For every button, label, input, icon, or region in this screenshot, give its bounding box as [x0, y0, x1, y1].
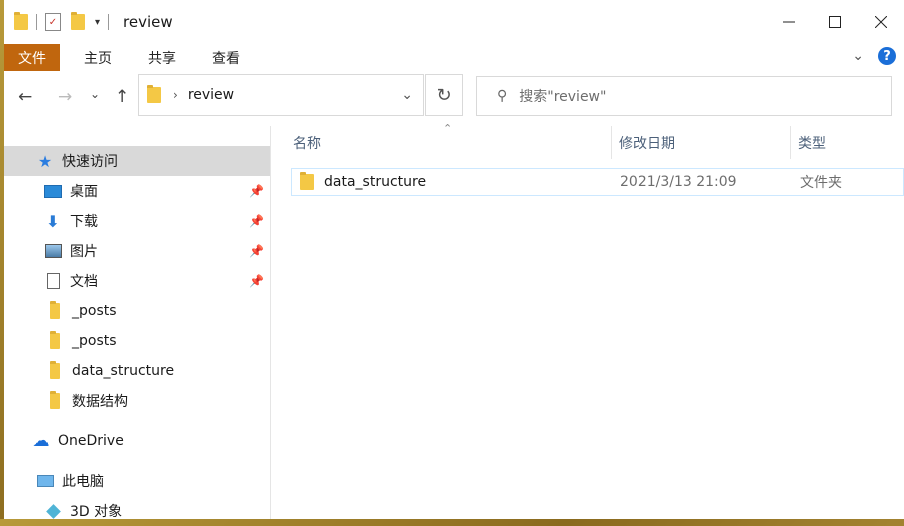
nav-this-pc[interactable]: 此电脑 [4, 466, 270, 496]
file-row[interactable]: data_structure 2021/3/13 21:09 文件夹 [291, 168, 904, 196]
nav-item-data-structure[interactable]: data_structure [4, 356, 270, 386]
breadcrumb-review[interactable]: review [188, 87, 234, 103]
nav-onedrive[interactable]: ☁ OneDrive [4, 426, 270, 456]
refresh-icon: ↻ [436, 84, 452, 106]
pin-icon[interactable]: 📌 [249, 184, 264, 198]
breadcrumb-chevron-icon[interactable]: › [173, 88, 178, 102]
forward-arrow-icon[interactable]: → [58, 87, 72, 107]
column-separator[interactable] [790, 126, 791, 159]
column-header-type[interactable]: 类型 [798, 126, 898, 159]
nav-item-label: _posts [72, 303, 117, 319]
up-arrow-icon[interactable]: ↑ [115, 87, 129, 107]
nav-item-pictures[interactable]: 图片 📌 [4, 236, 270, 266]
nav-quick-access[interactable]: ★ 快速访问 [4, 146, 270, 176]
column-separator[interactable] [611, 126, 612, 159]
window-title: review [123, 13, 173, 31]
download-icon: ⬇ [46, 211, 60, 231]
title-bar: ✓ ▾ review [4, 0, 904, 44]
file-modified: 2021/3/13 21:09 [620, 174, 737, 190]
maximize-icon [829, 16, 841, 28]
new-folder-icon[interactable] [71, 12, 85, 30]
tab-file[interactable]: 文件 [4, 44, 60, 71]
nav-item-posts-1[interactable]: _posts [4, 296, 270, 326]
nav-item-posts-2[interactable]: _posts [4, 326, 270, 356]
close-icon [875, 16, 887, 28]
column-type-label: 类型 [798, 135, 826, 152]
file-explorer-window: ✓ ▾ review 文件 主页 共享 查看 ⌄ ? ← → ⌄ ↑ › rev… [4, 0, 904, 520]
file-type: 文件夹 [800, 175, 842, 191]
column-header-name[interactable]: 名称 [293, 126, 609, 159]
minimize-icon [783, 21, 795, 23]
computer-icon [36, 472, 54, 490]
nav-item-downloads[interactable]: ⬇ 下载 📌 [4, 206, 270, 236]
back-arrow-icon[interactable]: ← [18, 87, 32, 107]
nav-item-label: data_structure [72, 363, 175, 379]
navigation-pane: ★ 快速访问 桌面 📌 ⬇ 下载 📌 图片 📌 文档 📌 _posts _pos… [4, 126, 271, 520]
file-name-cell: data_structure [300, 169, 426, 195]
search-box[interactable]: ⚲ 搜索"review" [476, 76, 892, 116]
documents-icon [44, 272, 62, 290]
nav-3d-objects-label: 3D 对象 [70, 504, 123, 520]
nav-item-label: 下载 [70, 214, 98, 230]
folder-icon [300, 172, 314, 190]
quick-access-toolbar: ✓ ▾ [14, 12, 117, 31]
refresh-button[interactable]: ↻ [425, 74, 463, 116]
recent-locations-chevron-icon[interactable]: ⌄ [90, 87, 100, 101]
address-dropdown-chevron-icon[interactable]: ⌄ [401, 87, 413, 103]
minimize-button[interactable] [766, 0, 812, 44]
folder-icon [46, 391, 64, 410]
customize-toolbar-icon[interactable]: ▾ [95, 17, 100, 28]
nav-item-label: 桌面 [70, 184, 98, 200]
folder-icon [46, 361, 64, 380]
tab-view[interactable]: 查看 [198, 44, 254, 71]
nav-onedrive-label: OneDrive [58, 433, 124, 449]
nav-item-desktop[interactable]: 桌面 📌 [4, 176, 270, 206]
nav-item-shujujiegou[interactable]: 数据结构 [4, 386, 270, 416]
pin-icon[interactable]: 📌 [249, 214, 264, 228]
tab-share[interactable]: 共享 [134, 44, 190, 71]
column-name-label: 名称 [293, 135, 321, 152]
folder-icon [46, 331, 64, 350]
nav-item-label: 图片 [70, 244, 98, 260]
maximize-button[interactable] [812, 0, 858, 44]
folder-icon [147, 85, 161, 103]
search-icon: ⚲ [497, 88, 508, 104]
help-icon[interactable]: ? [878, 47, 896, 65]
cube-icon [44, 502, 62, 520]
ribbon-tabs: 文件 主页 共享 查看 ⌄ ? [4, 44, 904, 71]
pin-icon[interactable]: 📌 [249, 244, 264, 258]
folder-icon [46, 301, 64, 320]
toolbar-separator [108, 14, 110, 30]
nav-quick-access-label: 快速访问 [62, 154, 118, 170]
toolbar-separator [36, 14, 37, 30]
close-button[interactable] [858, 0, 904, 44]
file-name: data_structure [324, 174, 427, 190]
search-placeholder: 搜索"review" [519, 89, 607, 105]
address-bar[interactable]: › review ⌄ [138, 74, 424, 116]
nav-3d-objects[interactable]: 3D 对象 [4, 496, 270, 526]
tab-home[interactable]: 主页 [70, 44, 126, 71]
nav-item-label: _posts [72, 333, 117, 349]
desktop-icon [44, 182, 62, 200]
nav-item-documents[interactable]: 文档 📌 [4, 266, 270, 296]
expand-ribbon-chevron-icon[interactable]: ⌄ [852, 48, 864, 64]
nav-this-pc-label: 此电脑 [62, 474, 104, 490]
column-modified-label: 修改日期 [619, 135, 675, 152]
column-header-modified[interactable]: 修改日期 [619, 126, 789, 159]
pin-icon[interactable]: 📌 [249, 274, 264, 288]
pictures-icon [44, 242, 62, 260]
nav-item-label: 数据结构 [72, 394, 128, 410]
properties-icon[interactable]: ✓ [45, 13, 61, 31]
folder-icon [14, 12, 28, 30]
cloud-icon: ☁ [32, 431, 50, 451]
ribbon-right-controls: ⌄ ? [852, 47, 896, 65]
star-icon: ★ [37, 151, 53, 171]
window-controls [766, 0, 904, 44]
file-list: ⌃ 名称 修改日期 类型 data_structure 2021/3/13 21… [271, 122, 904, 519]
nav-item-label: 文档 [70, 274, 98, 290]
